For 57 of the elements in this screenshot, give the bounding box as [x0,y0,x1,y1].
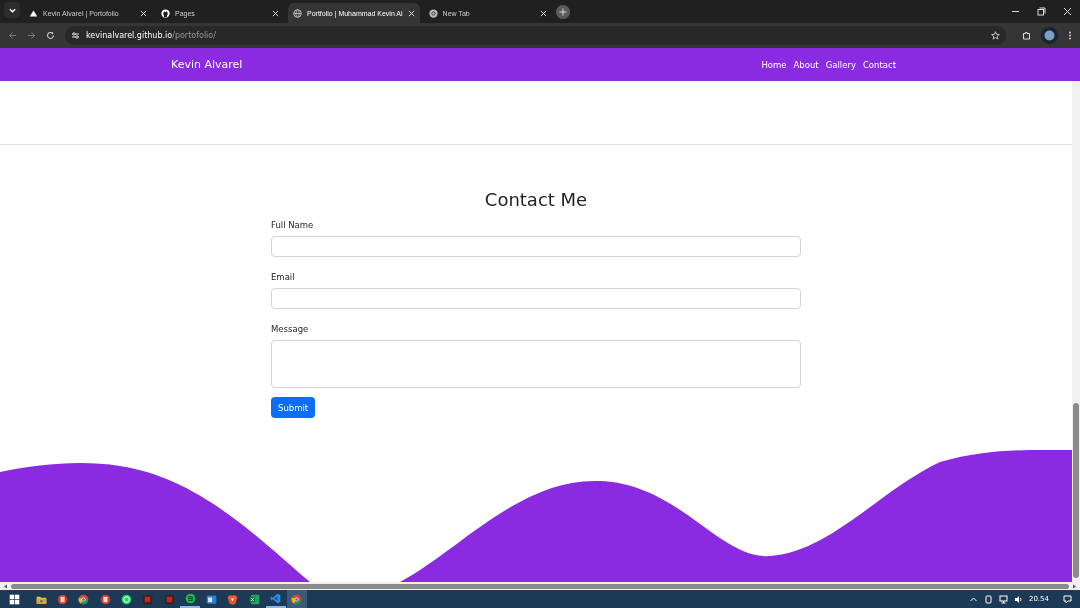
taskbar-button[interactable] [286,590,307,608]
nav-link[interactable]: Contact [862,59,896,70]
globe-icon [293,8,302,18]
star-icon[interactable] [991,31,1000,40]
submit-button[interactable]: Submit [271,397,316,418]
chrome-icon [428,8,438,18]
app-icon [142,593,154,605]
field-label: Email [271,272,296,282]
puzzle-piece-icon[interactable] [1022,31,1031,40]
app-icon [57,593,69,605]
message-field[interactable] [271,340,801,388]
usb-drive-icon[interactable] [983,594,993,604]
nav-link[interactable]: Home [761,59,787,70]
spreadsheet-icon [248,593,260,605]
menu-icon[interactable] [1068,31,1072,40]
section-heading: Contact Me [483,189,589,210]
github-icon [161,8,170,18]
close-icon[interactable] [272,9,279,17]
speaker-icon[interactable] [1013,594,1023,604]
windows-icon [8,593,20,605]
chrome-icon [78,593,90,605]
field-label: Message [271,324,310,334]
forward-arrow-icon[interactable] [27,31,36,40]
tab-search-button[interactable] [4,2,20,18]
close-icon[interactable] [407,9,415,17]
lion-shield-icon [227,593,239,605]
chevron-down-icon [8,7,16,13]
restore-icon[interactable] [1037,7,1046,16]
new-tab-icon[interactable] [555,4,570,19]
close-icon[interactable] [140,9,147,17]
close-icon[interactable] [539,9,547,17]
triangle-icon [29,8,38,18]
input-field[interactable] [271,288,801,309]
app-icon [206,593,218,605]
site-brand[interactable]: Kevin Alvarel [171,58,243,71]
scroll-right-icon[interactable] [1072,583,1077,589]
input-field[interactable] [271,236,801,257]
network-icon[interactable] [998,594,1008,604]
chat-bubble-icon [121,593,132,605]
app-icon [163,593,175,605]
address-bar[interactable]: kevinalvarel.github.io/portofolio/ [65,26,1006,45]
nav-link[interactable]: Gallery [825,59,856,70]
site-settings-icon[interactable] [71,31,80,40]
notification-icon[interactable] [1063,594,1072,604]
close-icon[interactable] [1063,7,1072,16]
chrome-icon [291,593,303,605]
spotify-icon [184,592,196,604]
scroll-left-icon[interactable] [3,583,8,589]
code-editor-icon [270,592,282,604]
back-arrow-icon[interactable] [8,31,17,40]
reload-icon[interactable] [46,31,55,40]
url-text: kevinalvarel.github.io/portofolio/ [86,31,216,40]
field-label: Full Name [271,220,315,230]
horizontal-scrollbar[interactable] [0,582,1080,590]
vertical-scrollbar[interactable] [1072,81,1080,582]
app-icon [99,593,111,605]
nav-link[interactable]: About [793,59,819,70]
